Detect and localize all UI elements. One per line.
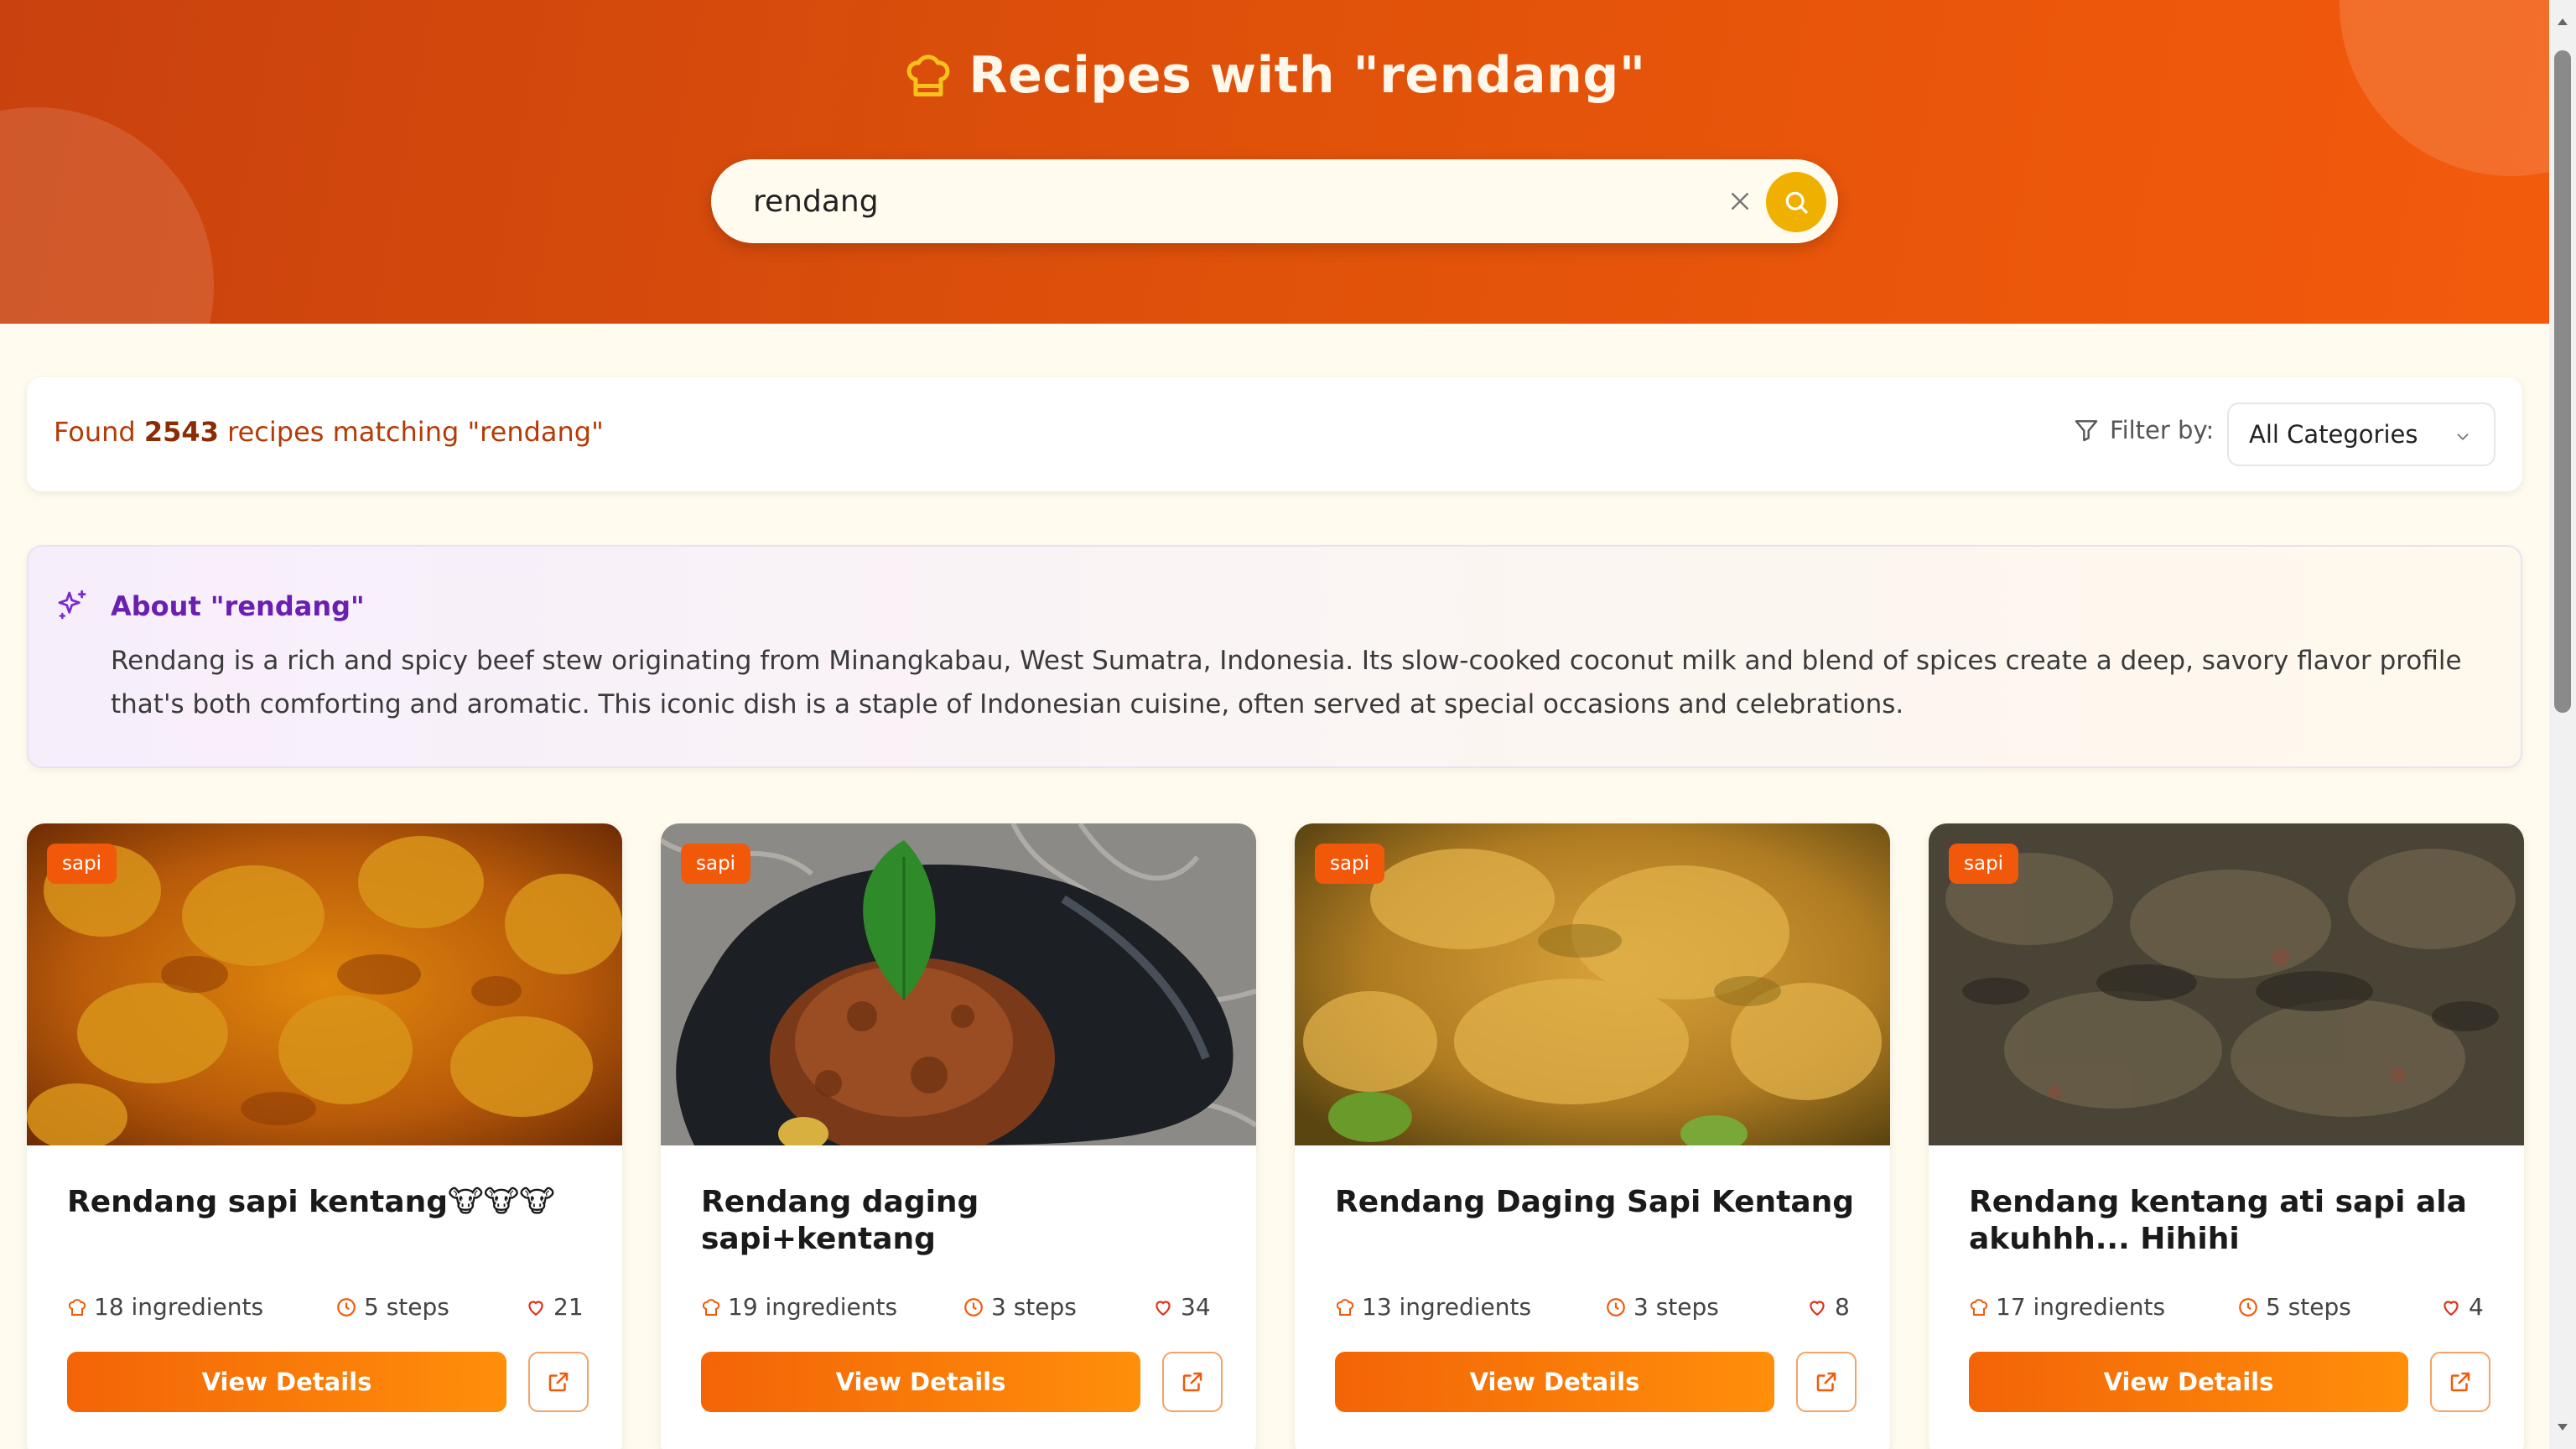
external-link-icon <box>2450 1372 2470 1392</box>
category-badge: sapi <box>47 844 117 884</box>
likes-count: 34 <box>1152 1293 1211 1321</box>
heart-icon <box>528 1301 543 1316</box>
ingredients-count: 18 ingredients <box>67 1293 263 1321</box>
close-icon <box>1732 193 1748 210</box>
external-link-icon <box>1182 1372 1202 1392</box>
page-header: Recipes with "rendang" <box>0 0 2549 324</box>
search-button[interactable] <box>1766 172 1826 232</box>
chef-hat-icon <box>702 1298 720 1316</box>
results-prefix: Found <box>54 416 144 448</box>
recipe-card[interactable]: sapi Rendang sapi kentang🐮🐮🐮 18 ingredie… <box>27 823 622 1449</box>
decorative-circle <box>0 107 214 324</box>
view-details-button[interactable]: View Details <box>701 1352 1140 1412</box>
recipe-title: Rendang sapi kentang🐮🐮🐮 <box>67 1185 555 1219</box>
clock-icon <box>1607 1297 1625 1317</box>
ingredients-count: 13 ingredients <box>1335 1293 1531 1321</box>
search-icon <box>1785 191 1808 214</box>
likes-label: 8 <box>1835 1293 1850 1321</box>
heart-icon <box>2444 1301 2459 1316</box>
likes-label: 4 <box>2469 1293 2484 1321</box>
ingredients-label: 19 ingredients <box>728 1293 898 1321</box>
clock-icon <box>337 1297 356 1317</box>
external-link-icon <box>548 1372 569 1392</box>
chef-hat-icon <box>68 1298 86 1316</box>
likes-count: 4 <box>2440 1293 2484 1321</box>
about-description: Rendang is a rich and spicy beef stew or… <box>111 646 2462 719</box>
steps-count: 3 steps <box>963 1293 1077 1321</box>
ingredients-label: 17 ingredients <box>1996 1293 2166 1321</box>
steps-label: 3 steps <box>991 1293 1077 1321</box>
open-external-button[interactable] <box>1162 1352 1223 1412</box>
recipe-title: Rendang Daging Sapi Kentang <box>1335 1185 1855 1219</box>
recipe-card[interactable]: sapi Rendang Daging Sapi Kentang 13 ingr… <box>1295 823 1890 1449</box>
clock-icon <box>2239 1297 2257 1317</box>
results-suffix: recipes matching "rendang" <box>218 416 604 448</box>
search-bar <box>711 159 1838 243</box>
steps-count: 5 steps <box>335 1293 449 1321</box>
heart-icon <box>1156 1301 1171 1316</box>
recipe-title: Rendang daging sapi+kentang <box>701 1185 979 1256</box>
results-count: 2543 <box>143 416 219 448</box>
filter-icon <box>2075 420 2098 442</box>
scroll-down-arrow[interactable] <box>2554 1419 2571 1436</box>
likes-count: 8 <box>1806 1293 1850 1321</box>
sparkles-icon <box>58 589 86 620</box>
likes-count: 21 <box>525 1293 584 1321</box>
external-link-icon <box>1816 1372 1836 1392</box>
steps-count: 3 steps <box>1605 1293 1719 1321</box>
steps-label: 5 steps <box>2266 1293 2351 1321</box>
results-bar: Found 2543 recipes matching "rendang" Fi… <box>27 377 2522 491</box>
filter-label-group: Filter by: <box>2073 416 2214 444</box>
steps-count: 5 steps <box>2237 1293 2351 1321</box>
scroll-up-arrow[interactable] <box>2554 13 2571 30</box>
results-count-text: Found 2543 recipes matching "rendang" <box>54 416 604 448</box>
heart-icon <box>1810 1301 1825 1316</box>
caret-up-icon <box>2558 18 2568 25</box>
title-row: Recipes with "rendang" <box>0 40 2549 111</box>
search-input[interactable] <box>753 174 1675 228</box>
chef-hat-icon <box>907 55 950 96</box>
clock-icon <box>964 1297 983 1317</box>
page-scrollbar[interactable] <box>2549 0 2576 1449</box>
steps-label: 3 steps <box>1633 1293 1719 1321</box>
open-external-button[interactable] <box>528 1352 589 1412</box>
chevron-down-icon <box>2457 434 2469 441</box>
about-card: About "rendang" Rendang is a rich and sp… <box>27 545 2522 768</box>
open-external-button[interactable] <box>1796 1352 1857 1412</box>
ingredients-count: 19 ingredients <box>701 1293 897 1321</box>
scrollbar-thumb[interactable] <box>2554 50 2571 713</box>
likes-label: 21 <box>553 1293 584 1321</box>
view-details-button[interactable]: View Details <box>67 1352 506 1412</box>
open-external-button[interactable] <box>2430 1352 2490 1412</box>
clear-search-button[interactable] <box>1720 181 1760 221</box>
ingredients-label: 13 ingredients <box>1362 1293 1532 1321</box>
chef-hat-icon <box>1970 1298 1988 1316</box>
page-title: Recipes with "rendang" <box>969 46 1646 105</box>
view-details-button[interactable]: View Details <box>1969 1352 2408 1412</box>
view-details-button[interactable]: View Details <box>1335 1352 1774 1412</box>
chef-hat-icon <box>1336 1298 1354 1316</box>
recipe-card[interactable]: sapi Rendang kentang ati sapi ala akuhhh… <box>1929 823 2524 1449</box>
category-badge: sapi <box>1315 844 1385 884</box>
filter-label: Filter by: <box>2110 416 2215 444</box>
about-title: About "rendang" <box>111 590 365 622</box>
caret-down-icon <box>2558 1424 2568 1431</box>
recipe-card[interactable]: sapi Rendang daging sapi+kentang 19 ingr… <box>661 823 1256 1449</box>
ingredients-label: 18 ingredients <box>94 1293 264 1321</box>
filter-selected-value: All Categories <box>2249 420 2418 449</box>
likes-label: 34 <box>1181 1293 1211 1321</box>
steps-label: 5 steps <box>364 1293 449 1321</box>
recipe-title: Rendang kentang ati sapi ala akuhhh... H… <box>1969 1185 2467 1256</box>
category-filter-select[interactable]: All Categories <box>2227 402 2496 466</box>
category-badge: sapi <box>1949 844 2019 884</box>
ingredients-count: 17 ingredients <box>1969 1293 2165 1321</box>
category-badge: sapi <box>681 844 751 884</box>
